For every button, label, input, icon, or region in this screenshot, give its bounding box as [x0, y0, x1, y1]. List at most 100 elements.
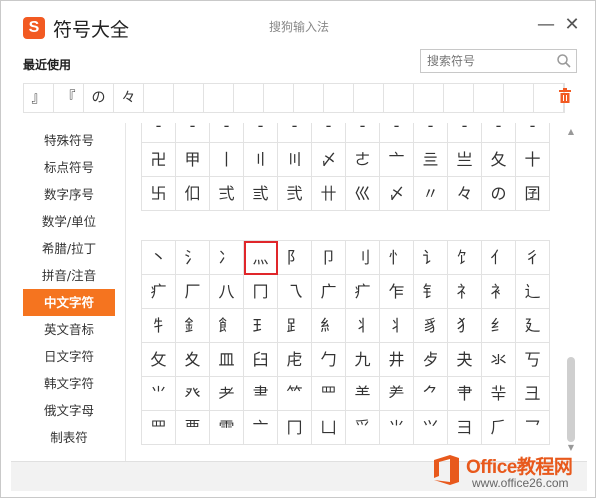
symbol-cell[interactable]: 弐 — [278, 177, 312, 211]
search-icon[interactable] — [556, 53, 572, 69]
symbol-cell[interactable]: 廴 — [516, 309, 550, 343]
symbol-cell[interactable]: 灬 — [244, 241, 278, 275]
symbol-cell[interactable]: ⺈ — [414, 377, 448, 411]
recent-symbol-cell[interactable]: 『 — [54, 84, 84, 112]
symbol-cell[interactable]: ⼌ — [278, 411, 312, 445]
symbol-cell[interactable]: 糹 — [312, 309, 346, 343]
symbol-cell[interactable]: 〣 — [278, 143, 312, 177]
symbol-cell[interactable]: - — [176, 123, 210, 143]
symbol-cell[interactable]: 卄 — [312, 177, 346, 211]
symbol-cell[interactable]: 纟 — [482, 309, 516, 343]
symbol-cell[interactable]: ⼹ — [516, 377, 550, 411]
symbol-cell[interactable]: - — [380, 123, 414, 143]
symbol-cell[interactable]: 夬 — [448, 343, 482, 377]
symbol-cell[interactable]: ⺤ — [346, 411, 380, 445]
symbol-cell[interactable]: 乁 — [278, 275, 312, 309]
search-input[interactable] — [421, 50, 551, 72]
recent-symbol-cell[interactable] — [204, 84, 234, 112]
scroll-up-icon[interactable]: ▲ — [566, 127, 576, 137]
symbol-cell[interactable]: 歺 — [414, 343, 448, 377]
symbol-cell[interactable]: 九 — [346, 343, 380, 377]
symbol-cell[interactable]: 卐 — [142, 177, 176, 211]
symbol-cell[interactable]: - — [346, 123, 380, 143]
symbol-cell[interactable]: 卍 — [142, 143, 176, 177]
symbol-cell[interactable]: 讠 — [414, 241, 448, 275]
scroll-thumb[interactable] — [567, 357, 575, 442]
symbol-cell[interactable]: - — [210, 123, 244, 143]
symbol-cell[interactable]: 氵 — [176, 241, 210, 275]
sidebar-item[interactable]: 特殊符号 — [23, 127, 115, 154]
symbol-cell[interactable]: 冫 — [210, 241, 244, 275]
symbol-cell[interactable]: の — [482, 177, 516, 211]
symbol-cell[interactable]: ⻗ — [210, 411, 244, 445]
sidebar-item[interactable]: 数字序号 — [23, 181, 115, 208]
symbol-cell[interactable]: 癶 — [176, 377, 210, 411]
recent-symbol-cell[interactable] — [444, 84, 474, 112]
symbol-cell[interactable]: 辶 — [516, 275, 550, 309]
recent-symbol-cell[interactable] — [174, 84, 204, 112]
symbol-cell[interactable]: - — [516, 123, 550, 143]
symbol-cell[interactable]: - — [414, 123, 448, 143]
symbol-cell[interactable]: 々 — [448, 177, 482, 211]
symbol-cell[interactable]: ㄜ — [346, 143, 380, 177]
trash-icon[interactable] — [558, 88, 572, 104]
recent-symbol-cell[interactable] — [324, 84, 354, 112]
symbol-cell[interactable]: 钅 — [414, 275, 448, 309]
symbol-cell[interactable]: 罒 — [142, 411, 176, 445]
symbol-cell[interactable]: 𧾷 — [278, 309, 312, 343]
symbol-cell[interactable]: 夊 — [176, 343, 210, 377]
symbol-cell[interactable]: 皿 — [210, 343, 244, 377]
symbol-cell[interactable]: ⺮ — [278, 377, 312, 411]
symbol-cell[interactable]: 八 — [210, 275, 244, 309]
close-button[interactable]: ✕ — [562, 15, 582, 35]
symbol-cell[interactable]: 丬 — [346, 309, 380, 343]
symbol-cell[interactable]: 刂 — [346, 241, 380, 275]
sidebar-item[interactable]: 希腊/拉丁 — [23, 235, 115, 262]
symbol-cell[interactable]: 丶 — [142, 241, 176, 275]
recent-symbol-cell[interactable] — [504, 84, 534, 112]
symbol-cell[interactable]: ⺻ — [244, 377, 278, 411]
symbol-cell[interactable]: 亗 — [448, 143, 482, 177]
symbol-cell[interactable]: 弎 — [244, 177, 278, 211]
symbol-cell[interactable]: 覀 — [176, 411, 210, 445]
symbol-cell[interactable]: 丬 — [380, 309, 414, 343]
recent-symbol-cell[interactable] — [294, 84, 324, 112]
symbol-cell[interactable]: ⺸ — [482, 377, 516, 411]
symbol-cell[interactable]: 甲 — [176, 143, 210, 177]
sidebar-item[interactable]: 拼音/注音 — [23, 262, 115, 289]
symbol-cell[interactable]: ⼇ — [244, 411, 278, 445]
symbol-cell[interactable]: 攵 — [142, 343, 176, 377]
symbol-cell[interactable]: 犭 — [448, 309, 482, 343]
symbol-cell[interactable]: 亖 — [414, 143, 448, 177]
symbol-cell[interactable]: 夂 — [482, 143, 516, 177]
symbol-cell[interactable]: - — [448, 123, 482, 143]
recent-symbol-cell[interactable] — [234, 84, 264, 112]
symbol-cell[interactable]: 豸 — [414, 309, 448, 343]
symbol-cell[interactable]: ⺕ — [448, 411, 482, 445]
symbol-cell[interactable]: 虍 — [278, 343, 312, 377]
symbol-cell[interactable]: ⺷ — [346, 377, 380, 411]
symbol-cell[interactable]: 勹 — [312, 343, 346, 377]
recent-symbol-cell[interactable]: 』 — [24, 84, 54, 112]
symbol-cell[interactable]: 亠 — [380, 143, 414, 177]
recent-symbol-cell[interactable] — [264, 84, 294, 112]
symbol-cell[interactable]: 耂 — [210, 377, 244, 411]
symbol-cell[interactable]: 巛 — [346, 177, 380, 211]
symbol-cell[interactable]: 飠 — [210, 309, 244, 343]
symbol-cell[interactable]: 㐰 — [176, 177, 210, 211]
symbol-cell[interactable]: 衤 — [482, 275, 516, 309]
symbol-cell[interactable]: 丂 — [516, 343, 550, 377]
recent-symbol-cell[interactable]: 々 — [114, 84, 144, 112]
sidebar-item[interactable]: 制表符 — [23, 424, 115, 451]
symbol-cell[interactable]: 疒 — [346, 275, 380, 309]
symbol-cell[interactable]: 冂 — [244, 275, 278, 309]
symbol-cell[interactable]: ⺂ — [516, 411, 550, 445]
recent-symbol-cell[interactable] — [384, 84, 414, 112]
symbol-cell[interactable]: 臼 — [244, 343, 278, 377]
symbol-cell[interactable]: ⼐ — [312, 411, 346, 445]
search-box[interactable] — [420, 49, 577, 73]
minimize-button[interactable]: — — [536, 15, 556, 35]
symbol-cell[interactable]: 丨 — [210, 143, 244, 177]
symbol-cell[interactable]: 釒 — [176, 309, 210, 343]
recent-symbol-cell[interactable] — [144, 84, 174, 112]
